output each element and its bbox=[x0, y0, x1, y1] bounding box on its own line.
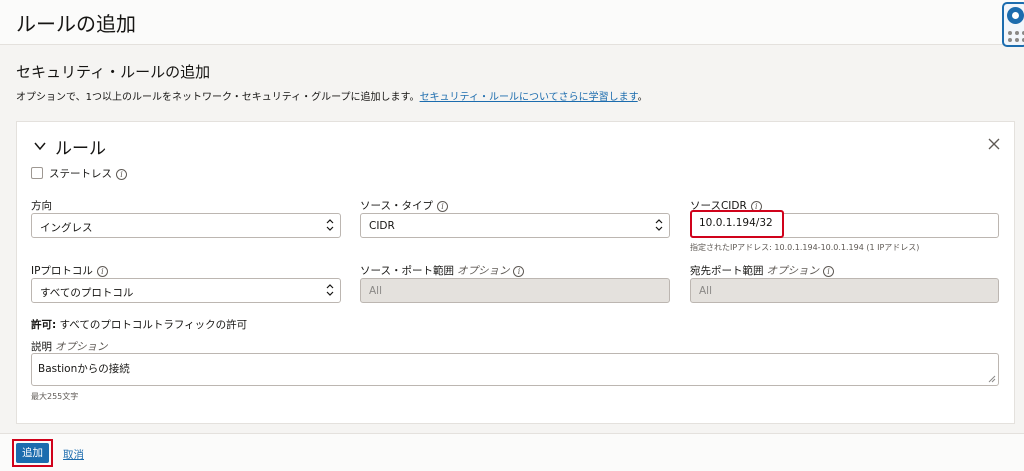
source-type-value: CIDR bbox=[369, 220, 395, 232]
description-textarea[interactable]: Bastionからの接続 bbox=[31, 353, 999, 386]
stateless-label-text: ステートレス bbox=[49, 168, 112, 180]
direction-label: 方向 bbox=[31, 200, 52, 212]
allow-label: 許可: bbox=[31, 319, 57, 331]
description-value: Bastionからの接続 bbox=[38, 363, 130, 375]
source-port-label-text: ソース・ポート範囲 bbox=[360, 265, 454, 277]
stateless-checkbox[interactable] bbox=[31, 167, 43, 179]
learn-more-link[interactable]: セキュリティ・ルールについてさらに学習します bbox=[420, 92, 638, 103]
add-button-highlight: 追加 bbox=[12, 439, 53, 467]
action-bar: 追加 取消 bbox=[0, 433, 1024, 471]
source-port-placeholder: All bbox=[369, 285, 383, 297]
description-hint: 最大255文字 bbox=[31, 392, 79, 401]
description-label-text: 説明 bbox=[31, 341, 52, 353]
info-icon[interactable]: i bbox=[436, 200, 448, 212]
allow-text: すべてのプロトコルトラフィックの許可 bbox=[59, 319, 248, 331]
rule-title: ルール bbox=[55, 139, 106, 159]
rule-card: ルール ステートレス i 方向 ソース・タイプ i ソースCIDR i イングレス C… bbox=[16, 121, 1015, 424]
dest-port-label: 宛先ポート範囲 オプション i bbox=[690, 263, 834, 278]
info-icon[interactable]: i bbox=[513, 265, 525, 277]
stateless-label: ステートレス i bbox=[49, 166, 127, 181]
section-description-end: 。 bbox=[637, 92, 648, 103]
chevron-down-icon[interactable] bbox=[33, 139, 47, 153]
source-type-label: ソース・タイプ i bbox=[360, 198, 448, 213]
ip-protocol-label: IPプロトコル i bbox=[31, 263, 108, 278]
apps-grid-icon bbox=[1008, 31, 1024, 42]
source-port-label: ソース・ポート範囲 オプション i bbox=[360, 263, 525, 278]
add-button[interactable]: 追加 bbox=[16, 443, 49, 463]
dest-port-placeholder: All bbox=[699, 285, 713, 297]
ip-protocol-select[interactable]: すべてのプロトコル bbox=[31, 278, 341, 303]
description-label: 説明 オプション bbox=[31, 339, 108, 354]
direction-select[interactable]: イングレス bbox=[31, 213, 341, 238]
description-optional: オプション bbox=[55, 341, 108, 353]
section-title: セキュリティ・ルールの追加 bbox=[16, 63, 211, 81]
source-type-select[interactable]: CIDR bbox=[360, 213, 670, 238]
info-icon[interactable]: i bbox=[96, 265, 108, 277]
cancel-link[interactable]: 取消 bbox=[63, 447, 84, 462]
dest-port-optional: オプション bbox=[766, 265, 820, 277]
select-arrows-icon bbox=[326, 284, 334, 296]
resize-grip-icon[interactable] bbox=[988, 375, 996, 383]
page-header: ルールの追加 bbox=[0, 0, 1024, 45]
lifebuoy-icon bbox=[1007, 7, 1024, 24]
allow-summary: 許可: すべてのプロトコルトラフィックの許可 bbox=[31, 317, 247, 332]
section-description-text: オプションで、1つ以上のルールをネットワーク・セキュリティ・グループに追加します… bbox=[16, 92, 420, 103]
ip-protocol-value: すべてのプロトコル bbox=[40, 287, 134, 299]
ip-protocol-label-text: IPプロトコル bbox=[31, 265, 93, 277]
page-title: ルールの追加 bbox=[16, 12, 136, 36]
section-description: オプションで、1つ以上のルールをネットワーク・セキュリティ・グループに追加します… bbox=[16, 88, 648, 103]
source-cidr-hint: 指定されたIPアドレス: 10.0.1.194-10.0.1.194 (1 IP… bbox=[690, 243, 920, 252]
source-cidr-input[interactable]: 10.0.1.194/32 bbox=[690, 210, 784, 238]
info-icon[interactable]: i bbox=[823, 265, 834, 277]
source-type-label-text: ソース・タイプ bbox=[360, 200, 433, 212]
source-port-input[interactable]: All bbox=[360, 278, 670, 303]
source-cidr-value: 10.0.1.194/32 bbox=[699, 217, 773, 229]
info-icon[interactable]: i bbox=[116, 168, 127, 180]
close-icon[interactable] bbox=[985, 135, 1003, 153]
select-arrows-icon bbox=[326, 219, 334, 231]
dest-port-label-text: 宛先ポート範囲 bbox=[690, 265, 764, 277]
direction-value: イングレス bbox=[40, 222, 93, 234]
help-widget[interactable] bbox=[1002, 2, 1024, 47]
select-arrows-icon bbox=[655, 219, 663, 231]
source-port-optional: オプション bbox=[456, 265, 510, 277]
dest-port-input[interactable]: All bbox=[690, 278, 999, 303]
